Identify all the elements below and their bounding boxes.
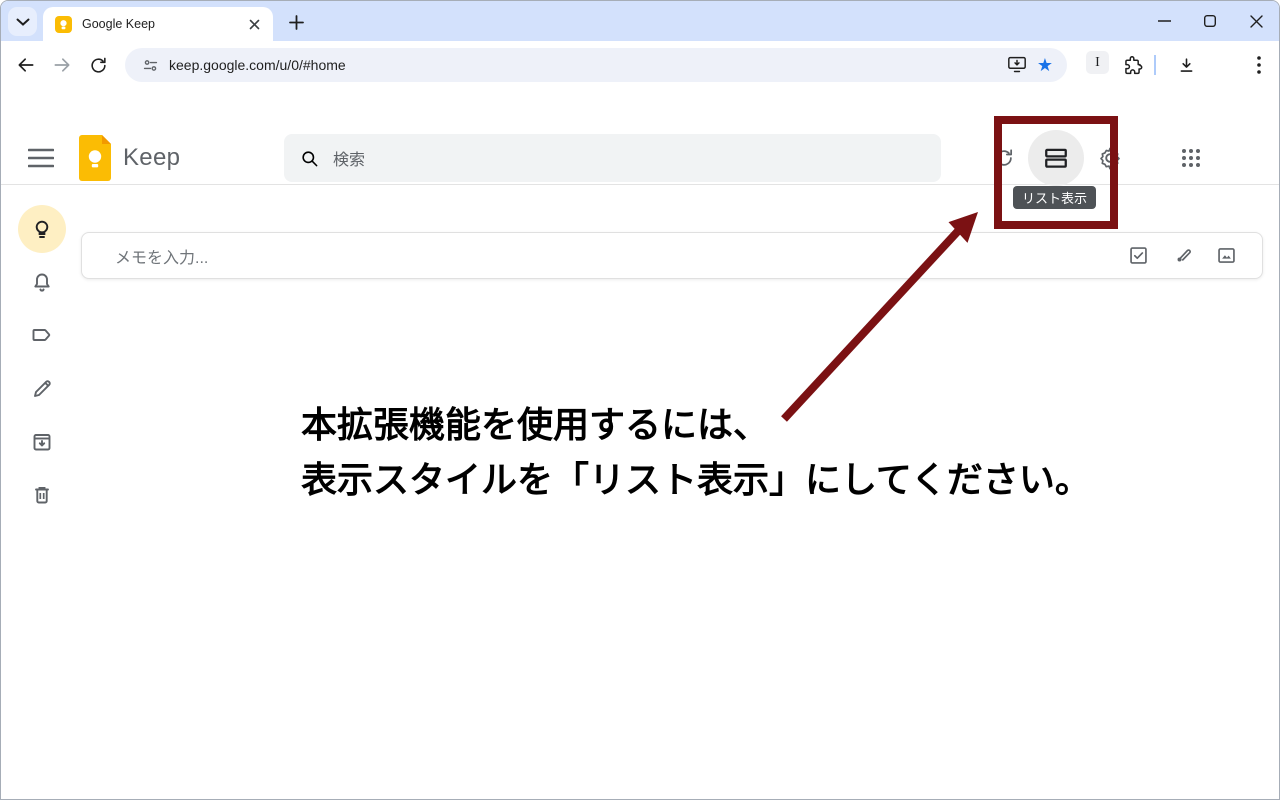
- annotation-line-1: 本拡張機能を使用するには、: [301, 396, 769, 448]
- reload-icon: [89, 56, 108, 75]
- maximize-button[interactable]: [1187, 1, 1233, 41]
- forward-button[interactable]: [45, 48, 79, 82]
- label-icon: [30, 323, 54, 347]
- toolbar-separator: [1154, 55, 1156, 75]
- new-image-note-button[interactable]: [1204, 236, 1248, 276]
- hamburger-icon: [28, 148, 54, 168]
- tab-strip: Google Keep: [1, 1, 1279, 41]
- search-placeholder: 検索: [333, 146, 365, 170]
- gear-icon: [1098, 146, 1122, 170]
- arrow-left-icon: [16, 55, 36, 75]
- window-controls: [1141, 1, 1279, 41]
- sidebar-item-archive[interactable]: [18, 418, 66, 466]
- main-menu-button[interactable]: [27, 144, 55, 172]
- settings-button[interactable]: [1091, 139, 1129, 177]
- puzzle-icon: [1122, 55, 1143, 76]
- browser-tab-google-keep[interactable]: Google Keep: [43, 7, 273, 41]
- kebab-menu-icon: [1257, 56, 1261, 74]
- archive-icon: [30, 430, 54, 454]
- google-apps-button[interactable]: [1172, 139, 1210, 177]
- apps-grid-icon: [1181, 148, 1201, 168]
- downloads-button[interactable]: [1169, 48, 1203, 82]
- view-tooltip: リスト表示: [1013, 186, 1096, 209]
- sidebar-item-trash[interactable]: [18, 471, 66, 519]
- search-icon: [300, 149, 319, 168]
- site-info-icon[interactable]: [137, 52, 163, 78]
- keep-logo[interactable]: Keep: [79, 135, 229, 181]
- sidebar-item-edit-labels[interactable]: [18, 365, 66, 413]
- reload-button[interactable]: [81, 48, 115, 82]
- new-tab-button[interactable]: [284, 10, 309, 35]
- tab-title: Google Keep: [82, 17, 246, 31]
- browser-window: Google Keep: [0, 0, 1280, 800]
- keep-refresh-button[interactable]: [985, 139, 1023, 177]
- list-view-icon: [1043, 145, 1069, 171]
- minimize-button[interactable]: [1141, 1, 1187, 41]
- sidebar-item-reminders[interactable]: [18, 259, 66, 307]
- tab-close-icon[interactable]: [246, 16, 263, 33]
- bell-icon: [30, 271, 54, 295]
- new-drawing-button[interactable]: [1160, 236, 1204, 276]
- browser-toolbar: keep.google.com/u/0/#home ★ I: [1, 41, 1279, 89]
- back-button[interactable]: [9, 48, 43, 82]
- address-bar[interactable]: keep.google.com/u/0/#home ★: [125, 48, 1067, 82]
- url-text[interactable]: keep.google.com/u/0/#home: [169, 57, 1003, 73]
- annotation-line-2: 表示スタイルを「リスト表示」にしてください。: [301, 451, 1091, 503]
- app-name: Keep: [123, 144, 180, 172]
- sidebar-item-notes[interactable]: [18, 205, 66, 253]
- new-checklist-button[interactable]: [1116, 236, 1160, 276]
- close-window-button[interactable]: [1233, 1, 1279, 41]
- extensions-puzzle-button[interactable]: [1115, 48, 1149, 82]
- note-input[interactable]: メモを入力...: [81, 232, 1263, 279]
- keep-logo-icon: [79, 135, 111, 181]
- pencil-icon: [30, 377, 54, 401]
- refresh-icon: [993, 147, 1015, 169]
- chevron-down-icon: [16, 18, 30, 26]
- extension-badge-button[interactable]: I: [1086, 51, 1109, 74]
- keep-favicon-icon: [55, 16, 72, 33]
- lightbulb-icon: [30, 217, 54, 241]
- trash-icon: [30, 483, 54, 507]
- browser-menu-button[interactable]: [1242, 48, 1276, 82]
- install-app-icon[interactable]: [1003, 51, 1031, 79]
- note-input-placeholder: メモを入力...: [115, 244, 1116, 268]
- download-icon: [1177, 56, 1196, 75]
- tab-search-button[interactable]: [8, 7, 37, 36]
- plus-icon: [289, 15, 304, 30]
- bookmark-star-icon[interactable]: ★: [1031, 51, 1059, 79]
- search-input[interactable]: 検索: [284, 134, 941, 182]
- arrow-right-icon: [52, 55, 72, 75]
- list-view-toggle-button[interactable]: [1028, 130, 1084, 186]
- sidebar-item-labels[interactable]: [18, 311, 66, 359]
